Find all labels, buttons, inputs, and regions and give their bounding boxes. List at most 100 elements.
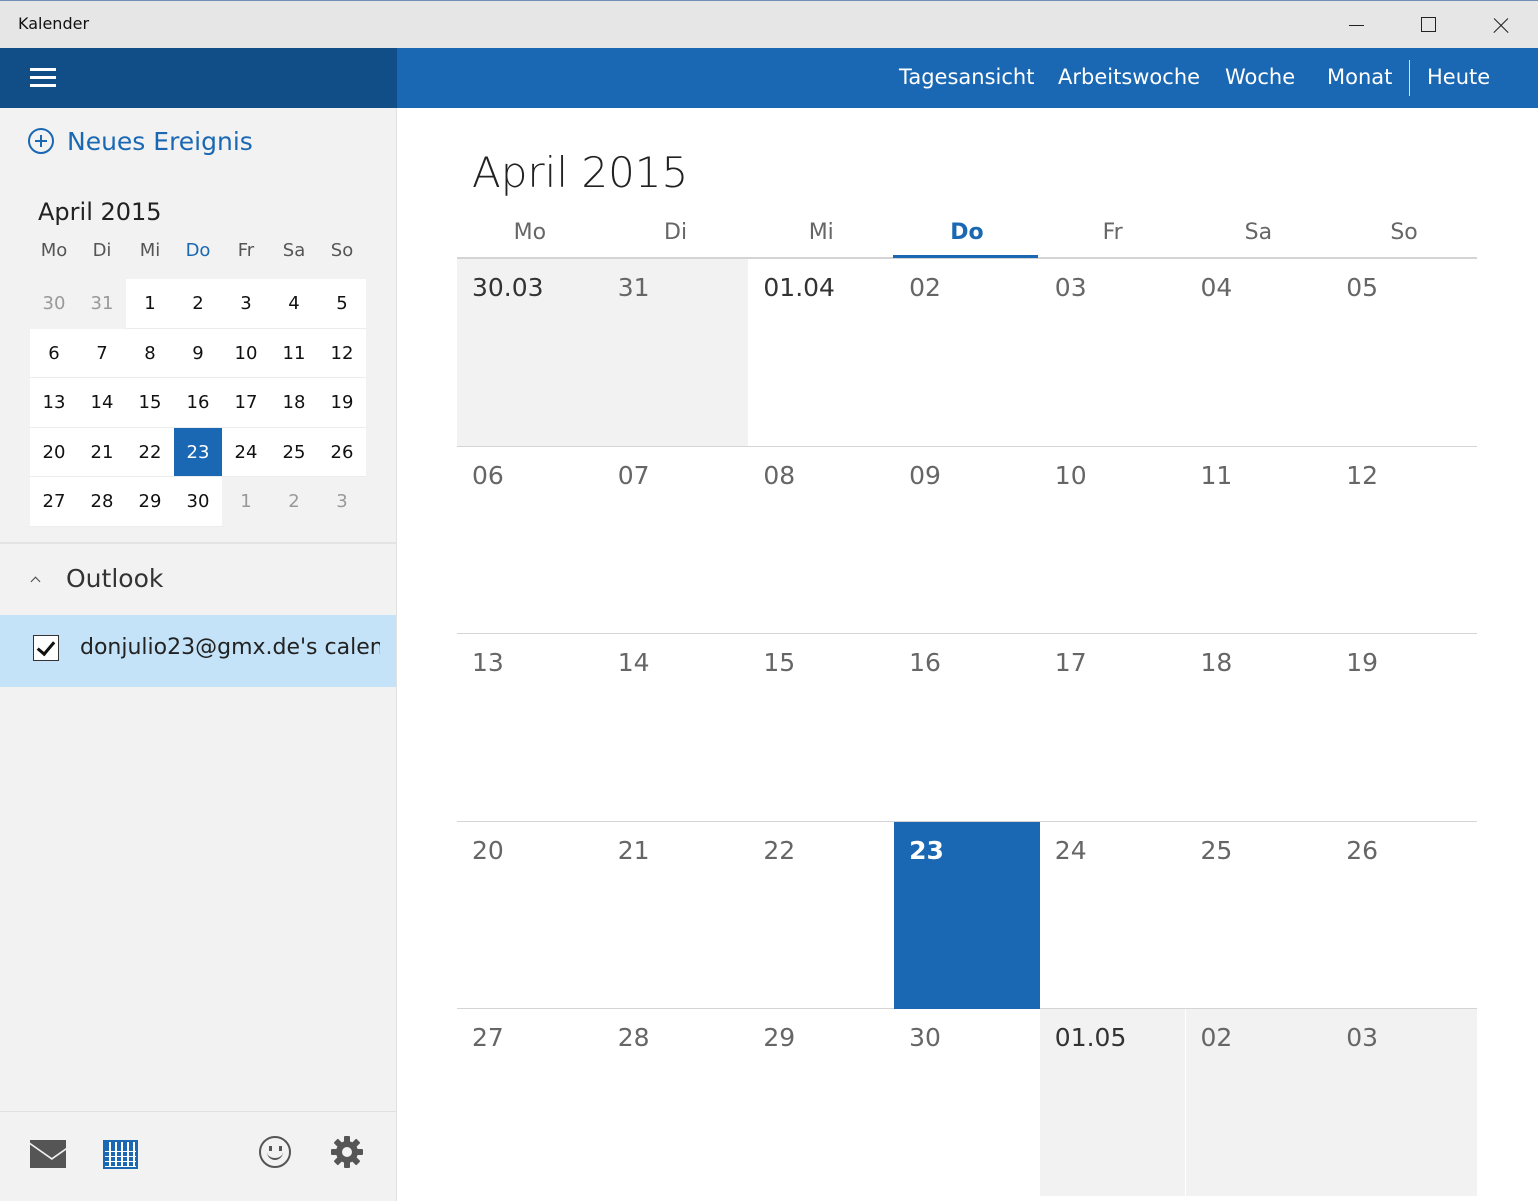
month-day-cell[interactable]: 02 bbox=[1185, 1009, 1332, 1196]
mini-calendar-day[interactable]: 15 bbox=[126, 378, 174, 428]
tab-week[interactable]: Woche bbox=[1225, 65, 1295, 89]
mini-calendar-day[interactable]: 17 bbox=[222, 378, 270, 428]
month-day-cell[interactable]: 21 bbox=[603, 822, 749, 1009]
month-day-cell[interactable]: 12 bbox=[1331, 447, 1477, 634]
month-day-cell[interactable]: 30 bbox=[894, 1009, 1040, 1196]
month-day-cell[interactable]: 20 bbox=[457, 822, 603, 1009]
mini-calendar-day[interactable]: 13 bbox=[30, 378, 78, 428]
app-switcher-bar bbox=[0, 1111, 396, 1201]
month-day-cell-today[interactable]: 23 bbox=[894, 821, 1040, 1009]
mini-calendar-day[interactable]: 24 bbox=[222, 427, 270, 477]
month-day-cell[interactable]: 19 bbox=[1331, 634, 1477, 821]
month-day-cell[interactable]: 03 bbox=[1040, 259, 1186, 446]
mini-calendar-day[interactable]: 25 bbox=[270, 427, 318, 477]
month-day-cell[interactable]: 01.05 bbox=[1039, 1009, 1186, 1196]
mini-calendar-day[interactable]: 8 bbox=[126, 328, 174, 378]
mini-calendar-day[interactable]: 9 bbox=[174, 328, 222, 378]
mini-calendar-day[interactable]: 2 bbox=[174, 279, 222, 329]
today-button[interactable]: Heute bbox=[1427, 65, 1490, 89]
mini-calendar-day[interactable]: 4 bbox=[270, 279, 318, 329]
weekday-label: Mo bbox=[513, 220, 547, 245]
month-day-cell[interactable]: 11 bbox=[1186, 447, 1332, 634]
mini-calendar-day[interactable]: 1 bbox=[126, 279, 174, 329]
hamburger-menu-icon[interactable] bbox=[30, 66, 56, 88]
mini-calendar-day[interactable]: 6 bbox=[30, 328, 78, 378]
mini-calendar-day[interactable]: 18 bbox=[270, 378, 318, 428]
mini-calendar-day-selected[interactable]: 23 bbox=[174, 427, 222, 477]
mini-calendar-day[interactable]: 29 bbox=[126, 477, 174, 527]
month-day-cell[interactable]: 03 bbox=[1331, 1009, 1477, 1196]
month-day-cell[interactable]: 13 bbox=[457, 634, 603, 821]
calendar-checkbox[interactable] bbox=[33, 635, 59, 661]
month-day-cell[interactable]: 27 bbox=[457, 1009, 603, 1196]
month-day-cell[interactable]: 09 bbox=[894, 447, 1040, 634]
month-day-cell[interactable]: 10 bbox=[1040, 447, 1186, 634]
mini-weekday: Sa bbox=[282, 240, 306, 261]
month-day-cell[interactable]: 25 bbox=[1186, 822, 1332, 1009]
month-day-cell[interactable]: 05 bbox=[1331, 259, 1477, 446]
mini-weekday: Mo bbox=[40, 240, 68, 261]
month-day-cell[interactable]: 04 bbox=[1186, 259, 1332, 446]
day-number: 16 bbox=[909, 648, 941, 677]
month-week-row: 20 21 22 23 24 25 26 bbox=[457, 821, 1477, 1009]
day-number: 07 bbox=[617, 460, 650, 490]
mini-calendar-day[interactable]: 19 bbox=[318, 378, 366, 428]
mini-calendar-day[interactable]: 22 bbox=[126, 427, 174, 477]
month-day-cell[interactable]: 02 bbox=[894, 259, 1040, 446]
feedback-smiley-icon[interactable] bbox=[259, 1136, 291, 1168]
mini-calendar-day[interactable]: 30 bbox=[30, 279, 78, 329]
mini-calendar-week: 27 28 29 30 1 2 3 bbox=[30, 477, 366, 527]
day-number: 01.04 bbox=[763, 273, 835, 302]
month-day-cell[interactable]: 22 bbox=[748, 822, 894, 1009]
month-day-cell[interactable]: 17 bbox=[1040, 634, 1186, 821]
close-button[interactable] bbox=[1464, 1, 1536, 49]
month-day-cell[interactable]: 08 bbox=[748, 447, 894, 634]
mini-calendar-day[interactable]: 3 bbox=[222, 279, 270, 329]
month-day-cell[interactable]: 30.03 bbox=[457, 259, 603, 446]
tab-month[interactable]: Monat bbox=[1327, 65, 1392, 89]
mini-calendar-day[interactable]: 16 bbox=[174, 378, 222, 428]
month-day-cell[interactable]: 28 bbox=[603, 1009, 749, 1196]
month-day-cell[interactable]: 15 bbox=[748, 634, 894, 821]
mini-calendar-day[interactable]: 21 bbox=[78, 427, 126, 477]
month-day-cell[interactable]: 16 bbox=[894, 634, 1040, 821]
mini-calendar-day[interactable]: 12 bbox=[318, 328, 366, 378]
mini-calendar-day[interactable]: 14 bbox=[78, 378, 126, 428]
month-day-cell[interactable]: 14 bbox=[603, 634, 749, 821]
mini-calendar-day[interactable]: 28 bbox=[78, 477, 126, 527]
minimize-button[interactable] bbox=[1320, 1, 1392, 49]
day-number: 20 bbox=[472, 835, 504, 865]
calendar-list-item[interactable]: donjulio23@gmx.de's calend bbox=[0, 615, 396, 687]
month-day-cell[interactable]: 06 bbox=[457, 447, 603, 634]
mini-calendar-day[interactable]: 5 bbox=[318, 279, 366, 329]
month-day-cell[interactable]: 01.04 bbox=[748, 259, 894, 446]
day-number: 14 bbox=[617, 648, 650, 677]
month-day-cell[interactable]: 24 bbox=[1040, 822, 1186, 1009]
mini-calendar-day[interactable]: 1 bbox=[222, 477, 270, 527]
month-day-cell[interactable]: 07 bbox=[603, 447, 749, 634]
mini-calendar-day[interactable]: 31 bbox=[78, 279, 126, 329]
day-number: 23 bbox=[909, 835, 944, 865]
maximize-button[interactable] bbox=[1392, 1, 1464, 49]
mini-calendar-day[interactable]: 11 bbox=[270, 328, 318, 378]
tab-day-view[interactable]: Tagesansicht bbox=[899, 65, 1034, 89]
mini-calendar-day[interactable]: 3 bbox=[318, 477, 366, 527]
settings-gear-icon[interactable] bbox=[331, 1136, 363, 1168]
month-day-cell[interactable]: 18 bbox=[1186, 634, 1332, 821]
month-day-cell[interactable]: 26 bbox=[1331, 822, 1477, 1009]
mini-calendar-day[interactable]: 27 bbox=[30, 477, 78, 527]
calendar-icon[interactable] bbox=[103, 1140, 138, 1169]
mini-calendar-day[interactable]: 7 bbox=[78, 328, 126, 378]
mini-calendar-day[interactable]: 26 bbox=[318, 427, 366, 477]
month-day-cell[interactable]: 31 bbox=[602, 259, 749, 446]
day-number: 28 bbox=[617, 1023, 650, 1052]
mini-calendar-day[interactable]: 2 bbox=[270, 477, 318, 527]
mini-calendar-day[interactable]: 10 bbox=[222, 328, 270, 378]
mini-calendar-day[interactable]: 30 bbox=[174, 477, 222, 527]
sidebar-divider bbox=[0, 542, 396, 544]
month-day-cell[interactable]: 29 bbox=[748, 1009, 894, 1196]
tab-work-week[interactable]: Arbeitswoche bbox=[1058, 65, 1200, 89]
mini-calendar-title[interactable]: April 2015 bbox=[38, 198, 162, 226]
mail-icon[interactable] bbox=[30, 1140, 66, 1168]
mini-calendar-day[interactable]: 20 bbox=[30, 427, 78, 477]
